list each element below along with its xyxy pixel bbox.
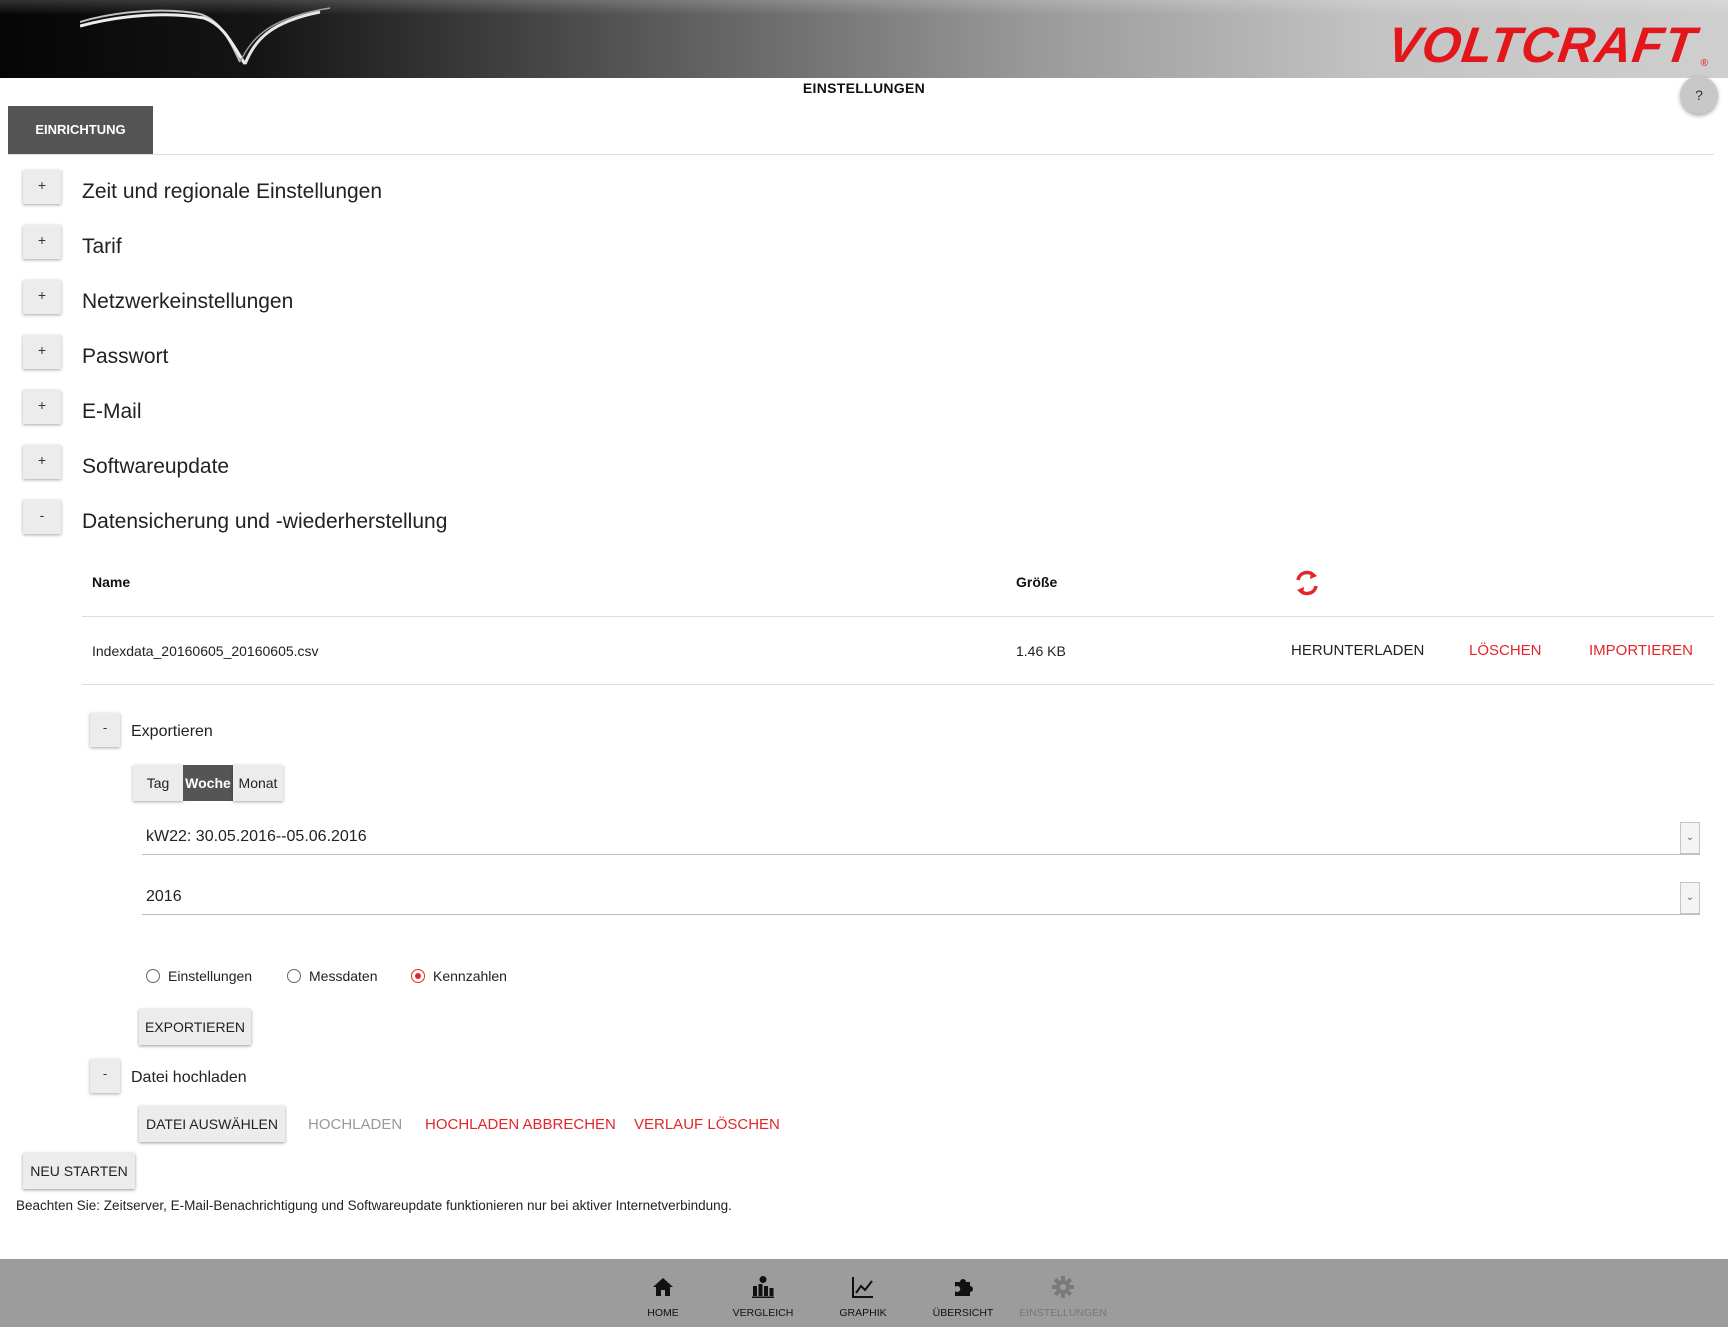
- nav-uebersicht[interactable]: ÜBERSICHT: [913, 1259, 1013, 1327]
- refresh-icon[interactable]: [1294, 569, 1320, 597]
- expand-button[interactable]: +: [23, 280, 61, 314]
- period-monat-button[interactable]: Monat: [233, 765, 283, 801]
- expand-button[interactable]: +: [23, 390, 61, 424]
- section-label[interactable]: Tarif: [82, 235, 122, 259]
- delete-button[interactable]: LÖSCHEN: [1469, 642, 1542, 659]
- home-icon: [653, 1278, 673, 1296]
- expand-button[interactable]: +: [23, 170, 61, 204]
- collapse-button[interactable]: -: [90, 1059, 120, 1093]
- help-button[interactable]: ?: [1680, 76, 1718, 114]
- cancel-upload-button[interactable]: HOCHLADEN ABBRECHEN: [425, 1116, 616, 1133]
- nav-einstellungen[interactable]: EINSTELLUNGEN: [1013, 1259, 1113, 1327]
- import-button[interactable]: IMPORTIEREN: [1589, 642, 1693, 659]
- nav-home[interactable]: HOME: [613, 1259, 713, 1327]
- upload-label[interactable]: Datei hochladen: [131, 1069, 247, 1087]
- nav-label: HOME: [647, 1307, 679, 1319]
- app-header: VOLTCRAFT ®: [0, 0, 1728, 78]
- puzzle-icon: [955, 1279, 973, 1296]
- table-divider: [82, 616, 1714, 617]
- expand-button[interactable]: +: [23, 335, 61, 369]
- registered-mark: ®: [1700, 58, 1708, 69]
- radio-label: Einstellungen: [168, 968, 253, 984]
- nav-graphik[interactable]: GRAPHIK: [813, 1259, 913, 1327]
- nav-label: ÜBERSICHT: [932, 1307, 994, 1319]
- section-label[interactable]: Passwort: [82, 345, 168, 369]
- internet-note: Beachten Sie: Zeitserver, E-Mail-Benachr…: [16, 1198, 732, 1213]
- column-header-size: Größe: [1016, 574, 1058, 590]
- radio-label: Kennzahlen: [433, 968, 507, 984]
- period-tag-button[interactable]: Tag: [133, 765, 183, 801]
- chevron-down-icon[interactable]: ⌄: [1680, 882, 1700, 914]
- section-label[interactable]: Datensicherung und -wiederherstellung: [82, 510, 447, 534]
- year-select-value: 2016: [146, 888, 182, 905]
- column-header-name: Name: [92, 574, 131, 590]
- week-select[interactable]: kW22: 30.05.2016--05.06.2016 ⌄: [142, 822, 1700, 855]
- week-select-value: kW22: 30.05.2016--05.06.2016: [146, 828, 367, 845]
- chevron-down-icon[interactable]: ⌄: [1680, 822, 1700, 854]
- download-button[interactable]: HERUNTERLADEN: [1291, 642, 1424, 659]
- nav-label: VERGLEICH: [732, 1307, 794, 1319]
- file-name: Indexdata_20160605_20160605.csv: [92, 643, 319, 659]
- section-label[interactable]: Zeit und regionale Einstellungen: [82, 180, 382, 204]
- radio-circle-selected[interactable]: [411, 969, 425, 983]
- section-label[interactable]: E-Mail: [82, 400, 142, 424]
- table-divider: [82, 684, 1714, 685]
- radio-circle[interactable]: [146, 969, 160, 983]
- brand-logo: VOLTCRAFT: [1384, 17, 1700, 73]
- comparison-icon: [752, 1276, 774, 1298]
- swoosh-logo-graphic: [80, 7, 331, 65]
- section-label[interactable]: Softwareupdate: [82, 455, 229, 479]
- page-title: EINSTELLUNGEN: [802, 80, 926, 96]
- period-woche-button[interactable]: Woche: [183, 765, 233, 801]
- gear-icon: [1052, 1276, 1074, 1298]
- expand-button[interactable]: +: [23, 225, 61, 259]
- nav-vergleich[interactable]: VERGLEICH: [713, 1259, 813, 1327]
- nav-label: EINSTELLUNGEN: [1019, 1307, 1107, 1319]
- year-select[interactable]: 2016 ⌄: [142, 882, 1700, 915]
- section-label[interactable]: Netzwerkeinstellungen: [82, 290, 293, 314]
- collapse-button[interactable]: -: [23, 500, 61, 534]
- restart-button[interactable]: NEU STARTEN: [23, 1153, 135, 1189]
- export-label[interactable]: Exportieren: [131, 723, 213, 741]
- radio-circle[interactable]: [287, 969, 301, 983]
- tab-divider: [8, 154, 1714, 155]
- expand-button[interactable]: +: [23, 445, 61, 479]
- clear-history-button[interactable]: VERLAUF LÖSCHEN: [634, 1116, 780, 1133]
- choose-file-button[interactable]: DATEI AUSWÄHLEN: [139, 1106, 285, 1142]
- upload-button[interactable]: HOCHLADEN: [308, 1116, 402, 1133]
- collapse-button[interactable]: -: [90, 713, 120, 747]
- file-size: 1.46 KB: [1016, 643, 1066, 659]
- radio-label: Messdaten: [309, 968, 378, 984]
- graph-icon: [852, 1277, 873, 1298]
- footer-nav: HOME VERGLEICH GRAPHIK ÜBERSICHT EINSTEL…: [0, 1259, 1728, 1327]
- export-button[interactable]: EXPORTIEREN: [139, 1009, 251, 1045]
- tab-einrichtung[interactable]: EINRICHTUNG: [8, 106, 153, 154]
- nav-label: GRAPHIK: [839, 1307, 887, 1319]
